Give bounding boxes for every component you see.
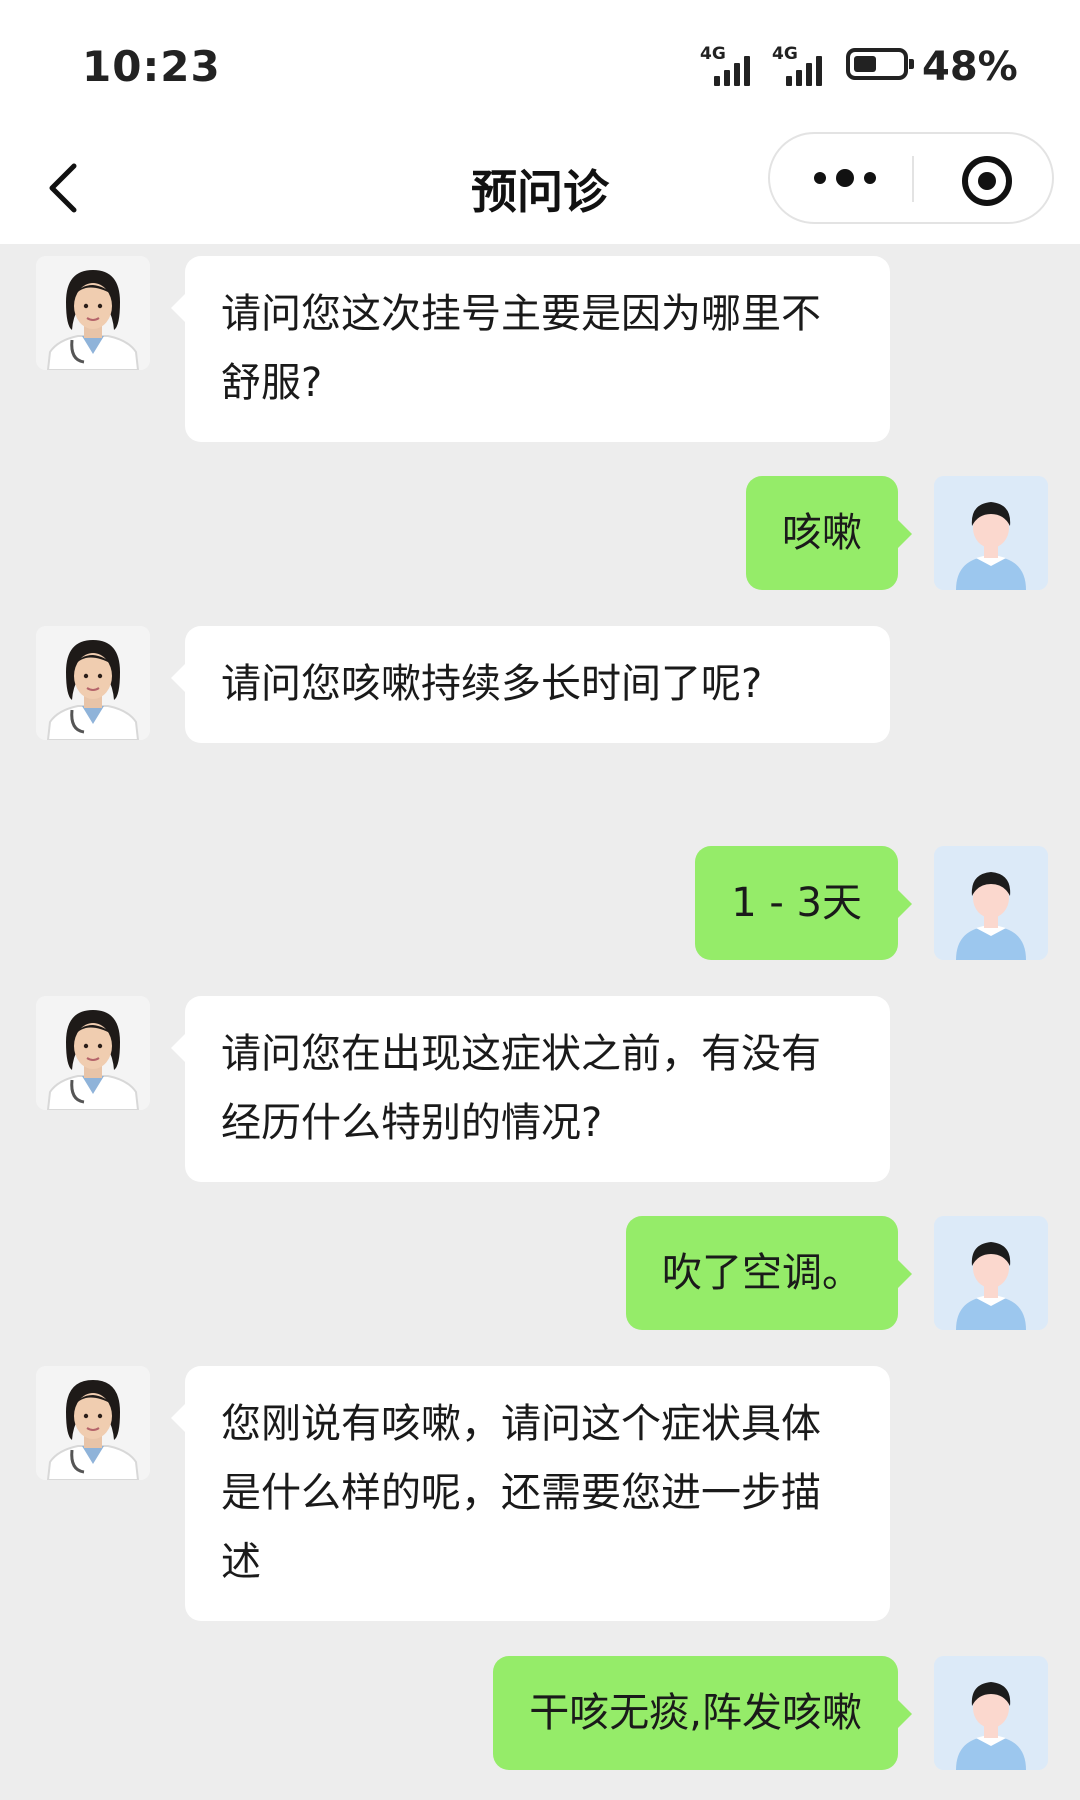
back-button[interactable]: [40, 152, 90, 222]
chevron-left-icon: [49, 163, 77, 213]
more-button[interactable]: [800, 152, 890, 204]
signal-group: 4G 4G: [700, 44, 830, 86]
patient-avatar-icon: [934, 1656, 1048, 1770]
doctor-avatar-icon: [36, 256, 150, 370]
patient-avatar-icon: [934, 476, 1048, 590]
doctor-avatar[interactable]: [36, 256, 150, 370]
patient-message-bubble[interactable]: 咳嗽: [746, 476, 912, 590]
close-miniprogram-button[interactable]: [960, 154, 1014, 208]
patient-avatar[interactable]: [934, 1656, 1048, 1770]
battery-percent: 48%: [922, 44, 1018, 90]
menu-capsule: [768, 132, 1054, 224]
capsule-divider: [912, 156, 914, 202]
signal-strength-icon: 4G: [772, 44, 830, 86]
signal-strength-icon: 4G: [700, 44, 758, 86]
doctor-avatar[interactable]: [36, 1366, 150, 1480]
doctor-avatar-icon: [36, 626, 150, 740]
status-time: 10:23: [82, 42, 221, 91]
target-circle-icon: [962, 156, 1012, 206]
patient-message-bubble[interactable]: 干咳无痰,阵发咳嗽: [493, 1656, 912, 1770]
patient-message-bubble[interactable]: 1 - 3天: [695, 846, 912, 960]
doctor-message-bubble[interactable]: 您刚说有咳嗽，请问这个症状具体是什么样的呢，还需要您进一步描述: [171, 1366, 890, 1621]
doctor-message-bubble[interactable]: 请问您在出现这症状之前，有没有经历什么特别的情况?: [171, 996, 890, 1182]
patient-avatar[interactable]: [934, 1216, 1048, 1330]
doctor-avatar-icon: [36, 1366, 150, 1480]
patient-avatar[interactable]: [934, 476, 1048, 590]
patient-avatar-icon: [934, 1216, 1048, 1330]
doctor-message-bubble[interactable]: 请问您咳嗽持续多长时间了呢?: [171, 626, 890, 743]
patient-message-bubble[interactable]: 吹了空调。: [626, 1216, 912, 1330]
patient-avatar[interactable]: [934, 846, 1048, 960]
doctor-avatar-icon: [36, 996, 150, 1110]
battery-icon: [846, 48, 914, 80]
doctor-message-bubble[interactable]: 请问您这次挂号主要是因为哪里不舒服?: [171, 256, 890, 442]
navigation-bar: 预问诊: [0, 130, 1080, 244]
status-bar: 10:23 4G 4G 48%: [0, 0, 1080, 130]
doctor-avatar[interactable]: [36, 626, 150, 740]
patient-avatar-icon: [934, 846, 1048, 960]
more-dots-icon: [814, 169, 876, 187]
chat-area[interactable]: 请问您这次挂号主要是因为哪里不舒服? 咳嗽 请问您咳嗽持续多长时间了呢? 1 -…: [0, 244, 1080, 1800]
doctor-avatar[interactable]: [36, 996, 150, 1110]
